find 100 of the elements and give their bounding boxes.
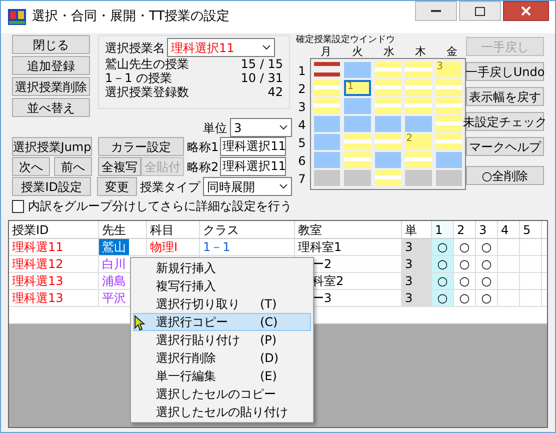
action-button[interactable]: 表示幅を戻す <box>466 87 544 106</box>
action-button[interactable]: ○全削除 <box>466 166 544 185</box>
timetable-cell[interactable] <box>405 152 432 168</box>
timetable-cell[interactable] <box>374 98 402 114</box>
abbr-field[interactable]: 理科選択11 <box>220 157 286 176</box>
abbr-field[interactable]: 理科選択11 <box>220 137 286 156</box>
timetable-cell[interactable] <box>436 80 462 96</box>
menu-item[interactable]: 選択したセルのコピー <box>133 385 311 403</box>
timetable-cell[interactable] <box>374 80 402 96</box>
timetable-cell[interactable]: 3 <box>436 62 462 78</box>
timetable-cell[interactable] <box>405 80 432 96</box>
period-mark: ○ <box>459 290 470 306</box>
menu-item[interactable]: 単一行編集 (E) <box>133 367 311 385</box>
caret-icon <box>279 125 288 130</box>
previous-button[interactable]: 前へ <box>54 157 92 176</box>
column-header[interactable]: クラス <box>200 221 295 238</box>
color-setting-button[interactable]: カラー設定 <box>98 137 184 156</box>
lesson-type-label: 授業タイプ <box>140 178 200 196</box>
info-label: 選択授業登録数 <box>105 85 189 99</box>
timetable-cell[interactable]: 2 <box>405 134 432 150</box>
timetable-cell[interactable]: 1 <box>344 80 371 96</box>
jump-button[interactable]: 選択授業Jump <box>12 137 92 156</box>
command-button[interactable]: 並べ替え <box>12 98 90 117</box>
action-button[interactable]: マークヘルプ <box>466 137 544 156</box>
change-button[interactable]: 変更 <box>97 177 137 196</box>
info-value: 15 / 15 <box>240 57 283 71</box>
timetable-cell[interactable] <box>436 134 462 150</box>
maximize-button[interactable] <box>459 1 501 21</box>
column-header[interactable]: 5 <box>520 221 542 238</box>
timetable-cell[interactable] <box>314 152 340 168</box>
menu-item[interactable]: 選択行貼り付け (P) <box>133 331 311 349</box>
column-header[interactable]: 2 <box>454 221 476 238</box>
command-button[interactable]: 閉じる <box>12 35 90 54</box>
table-cell-text: 理科選13 <box>11 273 64 289</box>
action-button[interactable]: 一手戻しUndo <box>466 62 544 81</box>
close-button[interactable] <box>503 1 549 21</box>
timetable-cell[interactable] <box>436 152 462 168</box>
timetable-cell[interactable] <box>314 116 340 132</box>
timetable-cell[interactable] <box>344 170 371 186</box>
unit-select[interactable]: 3 <box>230 118 292 137</box>
period-label: 6 <box>297 153 307 170</box>
timetable-cell[interactable] <box>314 134 340 150</box>
menu-item[interactable]: 新規行挿入 <box>133 259 311 277</box>
timetable-cell[interactable] <box>314 62 340 78</box>
period-label: 3 <box>297 99 307 116</box>
timetable-cell[interactable] <box>374 62 402 78</box>
timetable-cell[interactable] <box>405 98 432 114</box>
timetable-cell[interactable] <box>314 98 340 114</box>
column-header[interactable]: 科目 <box>147 221 200 238</box>
table-cell-text: 浦島 <box>101 273 127 289</box>
menu-item[interactable]: 複写行挿入 <box>133 277 311 295</box>
minimize-button[interactable] <box>415 1 457 21</box>
timetable-cell[interactable] <box>374 170 402 186</box>
timetable-cell[interactable] <box>405 62 432 78</box>
table-cell-text: 理科室1 <box>297 239 343 255</box>
menu-item[interactable]: 選択したセルの貼り付け <box>133 403 311 421</box>
timetable-cell[interactable] <box>314 170 340 186</box>
unit-label: 単位 <box>203 120 227 136</box>
table-cell-text: 理科選12 <box>11 256 64 272</box>
column-header[interactable]: 先生 <box>99 221 147 238</box>
menu-item[interactable]: 選択行削除 (D) <box>133 349 311 367</box>
checkbox[interactable] <box>12 200 24 212</box>
period-mark: ○ <box>481 273 492 289</box>
column-header[interactable]: 授業ID <box>9 221 99 238</box>
table-cell: 3 <box>402 239 431 255</box>
timetable-cell[interactable] <box>405 170 432 186</box>
timetable-cell[interactable] <box>374 134 402 150</box>
period-mark: ○ <box>459 256 470 272</box>
timetable-cell[interactable] <box>374 116 402 132</box>
timetable-cell[interactable] <box>344 62 371 78</box>
column-header[interactable]: 1 <box>432 221 454 238</box>
timetable-cell[interactable] <box>436 116 462 132</box>
timetable-cell[interactable] <box>405 116 432 132</box>
abbr-label: 略称1 <box>187 138 219 156</box>
id-setting-button[interactable]: 授業ID設定 <box>12 177 92 196</box>
timetable-cell[interactable] <box>436 98 462 114</box>
next-button[interactable]: 次へ <box>12 157 50 176</box>
timetable-cell[interactable] <box>374 152 402 168</box>
info-value: 42 <box>268 85 283 99</box>
table-cell-text: 理科選11 <box>11 239 64 255</box>
column-header[interactable]: 4 <box>498 221 520 238</box>
timetable-cell[interactable] <box>344 116 371 132</box>
copy-all-button[interactable]: 全複写 <box>98 157 141 176</box>
period-mark: ○ <box>481 290 492 306</box>
period-mark: ○ <box>437 273 448 289</box>
timetable-cell[interactable] <box>344 134 371 150</box>
column-header[interactable]: 教室 <box>295 221 402 238</box>
menu-item[interactable]: 選択行切り取り (T) <box>133 295 311 313</box>
period-mark: ○ <box>437 239 448 255</box>
command-button[interactable]: 選択授業削除 <box>12 77 90 96</box>
window-title: 選択・合同・展開・TT授業の設定 <box>32 8 230 26</box>
menu-item[interactable]: 選択行コピー (C) <box>133 313 311 331</box>
command-button[interactable]: 追加登録 <box>12 56 90 75</box>
timetable-cell[interactable] <box>344 152 371 168</box>
column-header[interactable]: 3 <box>476 221 498 238</box>
lesson-name-select[interactable]: 理科選択11 <box>167 38 275 57</box>
timetable-cell[interactable] <box>344 98 371 114</box>
timetable-cell[interactable] <box>436 170 462 186</box>
timetable-cell[interactable] <box>314 80 340 96</box>
lesson-type-select[interactable]: 同時展開 <box>202 177 292 196</box>
